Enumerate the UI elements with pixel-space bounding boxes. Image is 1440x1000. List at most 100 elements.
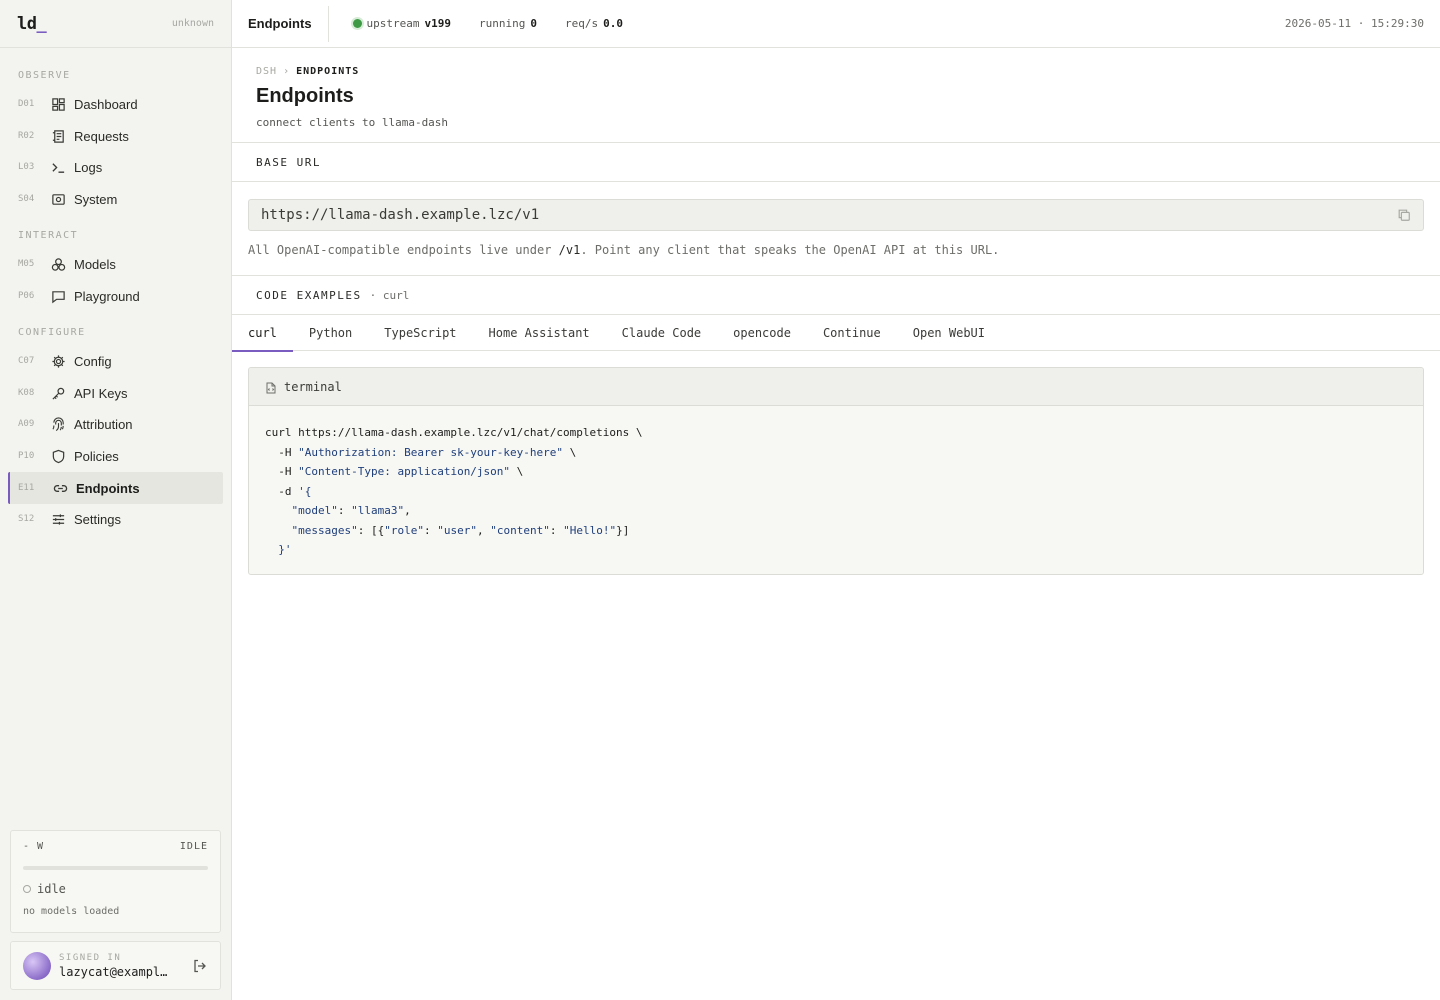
key-icon (50, 385, 66, 401)
user-info: SIGNED IN lazycat@example.com (59, 953, 192, 979)
tab-opencode[interactable]: opencode (717, 315, 807, 351)
connection-status: unknown (171, 18, 214, 29)
tab-home-assistant[interactable]: Home Assistant (473, 315, 606, 351)
gpu-note: no models loaded (23, 906, 120, 917)
reqs-value: 0.0 (603, 17, 624, 30)
sidebar-item-attribution[interactable]: A09 Attribution (8, 408, 223, 440)
code-card-header: terminal (249, 368, 1423, 406)
sidebar-item-dashboard[interactable]: D01 Dashboard (8, 88, 223, 120)
sidebar-item-logs[interactable]: L03 Logs (8, 151, 223, 183)
brand-header: ld_ unknown (0, 0, 231, 48)
sidebar-item-api-keys[interactable]: K08 API Keys (8, 377, 223, 409)
fingerprint-icon (50, 416, 66, 432)
gpu-state: idle (23, 882, 208, 896)
code-line: -H "Authorization: Bearer sk-your-key-he… (265, 445, 577, 459)
app-logo[interactable]: ld_ (17, 13, 47, 34)
nav-label: Playground (74, 288, 140, 304)
base-url-section-header: BASE URL (232, 142, 1440, 182)
code-examples-section-header: CODE EXAMPLES · curl (232, 275, 1440, 315)
nav-label: Logs (74, 159, 103, 175)
status-dot-icon (352, 19, 362, 28)
nav-section-configure: CONFIGURE (18, 327, 86, 338)
help-code: /v1 (558, 243, 581, 257)
code-line: "messages": [{"role": "user", "content":… (291, 523, 630, 537)
tab-python[interactable]: Python (293, 315, 368, 351)
running-value: 0 (530, 17, 538, 30)
nav-label: Dashboard (74, 96, 138, 112)
top-bar: Endpoints upstream v199 running 0 req/s 0.0… (232, 0, 1440, 48)
tab-open-webui[interactable]: Open WebUI (897, 315, 1001, 351)
code-example-tabs: curl Python TypeScript Home Assistant Cl… (232, 315, 1440, 352)
help-text-after: . Point any client that speaks the OpenA… (580, 243, 1000, 257)
sidebar-item-settings[interactable]: S12 Settings (8, 503, 223, 535)
top-title: Endpoints (232, 5, 329, 42)
tab-claude-code[interactable]: Claude Code (606, 315, 717, 351)
code-line: "model": "llama3", (291, 504, 411, 517)
breadcrumb-root[interactable]: DSH (256, 66, 277, 77)
logo-cursor: _ (36, 13, 47, 34)
tab-typescript[interactable]: TypeScript (368, 315, 472, 351)
tab-continue[interactable]: Continue (807, 315, 897, 351)
gpu-state-text: idle (37, 882, 66, 896)
nav-label: Endpoints (76, 480, 140, 496)
code-line: }' (278, 543, 292, 556)
sidebar: ld_ unknown OBSERVE D01 Dashboard R02 Re… (0, 0, 232, 1000)
sidebar-item-policies[interactable]: P10 Policies (8, 440, 223, 472)
nav-code: C07 (18, 356, 35, 366)
requests-icon (50, 128, 66, 144)
nav-label: Policies (74, 448, 119, 464)
nav-label: Config (74, 353, 112, 369)
user-card: SIGNED IN lazycat@example.com (10, 941, 221, 990)
file-code-icon (265, 381, 277, 393)
sidebar-item-playground[interactable]: P06 Playground (8, 280, 223, 312)
system-icon (50, 191, 66, 207)
user-email: lazycat@example.com (59, 964, 171, 979)
nav-label: API Keys (74, 385, 128, 401)
gpu-power: - W (23, 841, 45, 852)
nav-code: P06 (18, 291, 35, 301)
sidebar-item-config[interactable]: C07 Config (8, 345, 223, 377)
link-icon (52, 480, 68, 496)
logout-icon[interactable] (192, 958, 208, 974)
page-title: Endpoints (256, 85, 354, 107)
code-examples-label: CODE EXAMPLES (256, 288, 362, 302)
tab-curl[interactable]: curl (232, 315, 293, 352)
gpu-header: - W IDLE (23, 841, 208, 852)
nav-code: M05 (18, 259, 35, 269)
breadcrumb-current: ENDPOINTS (296, 66, 360, 77)
nav-code: S04 (18, 194, 35, 204)
nav-label: Settings (74, 511, 121, 527)
clock: 2026-05-11 · 15:29:30 (1284, 17, 1424, 30)
code-line: -d '{ (265, 484, 312, 498)
code-card-title: terminal (284, 379, 342, 394)
avatar[interactable] (23, 951, 51, 980)
nav-code: E11 (18, 483, 35, 493)
upstream-version: v199 (424, 17, 452, 30)
sidebar-item-models[interactable]: M05 Models (8, 248, 223, 280)
gpu-status-card: - W IDLE idle no models loaded (10, 830, 221, 933)
sidebar-item-system[interactable]: S04 System (8, 183, 223, 215)
nav-code: R02 (18, 131, 35, 141)
code-examples-meta: · curl (369, 288, 410, 302)
nav-label: Models (74, 256, 116, 272)
base-url-help: All OpenAI-compatible endpoints live und… (248, 243, 999, 257)
nav-section-observe: OBSERVE (18, 70, 71, 81)
base-url-value[interactable]: https://llama-dash.example.lzc/v1 (261, 207, 539, 223)
signed-in-label: SIGNED IN (59, 952, 122, 963)
nav-label: Requests (74, 128, 129, 144)
nav-code: S12 (18, 514, 35, 524)
sliders-icon (50, 511, 66, 527)
base-url-field[interactable]: https://llama-dash.example.lzc/v1 (248, 199, 1424, 231)
code-block[interactable]: curl https://llama-dash.example.lzc/v1/c… (249, 406, 1423, 574)
base-url-section-label: BASE URL (256, 155, 321, 169)
requests-per-second: req/s 0.0 (565, 17, 623, 30)
sidebar-item-endpoints[interactable]: E11 Endpoints (8, 472, 223, 504)
copy-icon[interactable] (1397, 208, 1411, 222)
dashboard-icon (50, 96, 66, 112)
sidebar-item-requests[interactable]: R02 Requests (8, 120, 223, 152)
upstream-status: upstream v199 (352, 17, 452, 30)
nav-code: L03 (18, 162, 35, 172)
upstream-label: upstream (366, 17, 420, 30)
nav-code: K08 (18, 388, 35, 398)
shield-icon (50, 448, 66, 464)
